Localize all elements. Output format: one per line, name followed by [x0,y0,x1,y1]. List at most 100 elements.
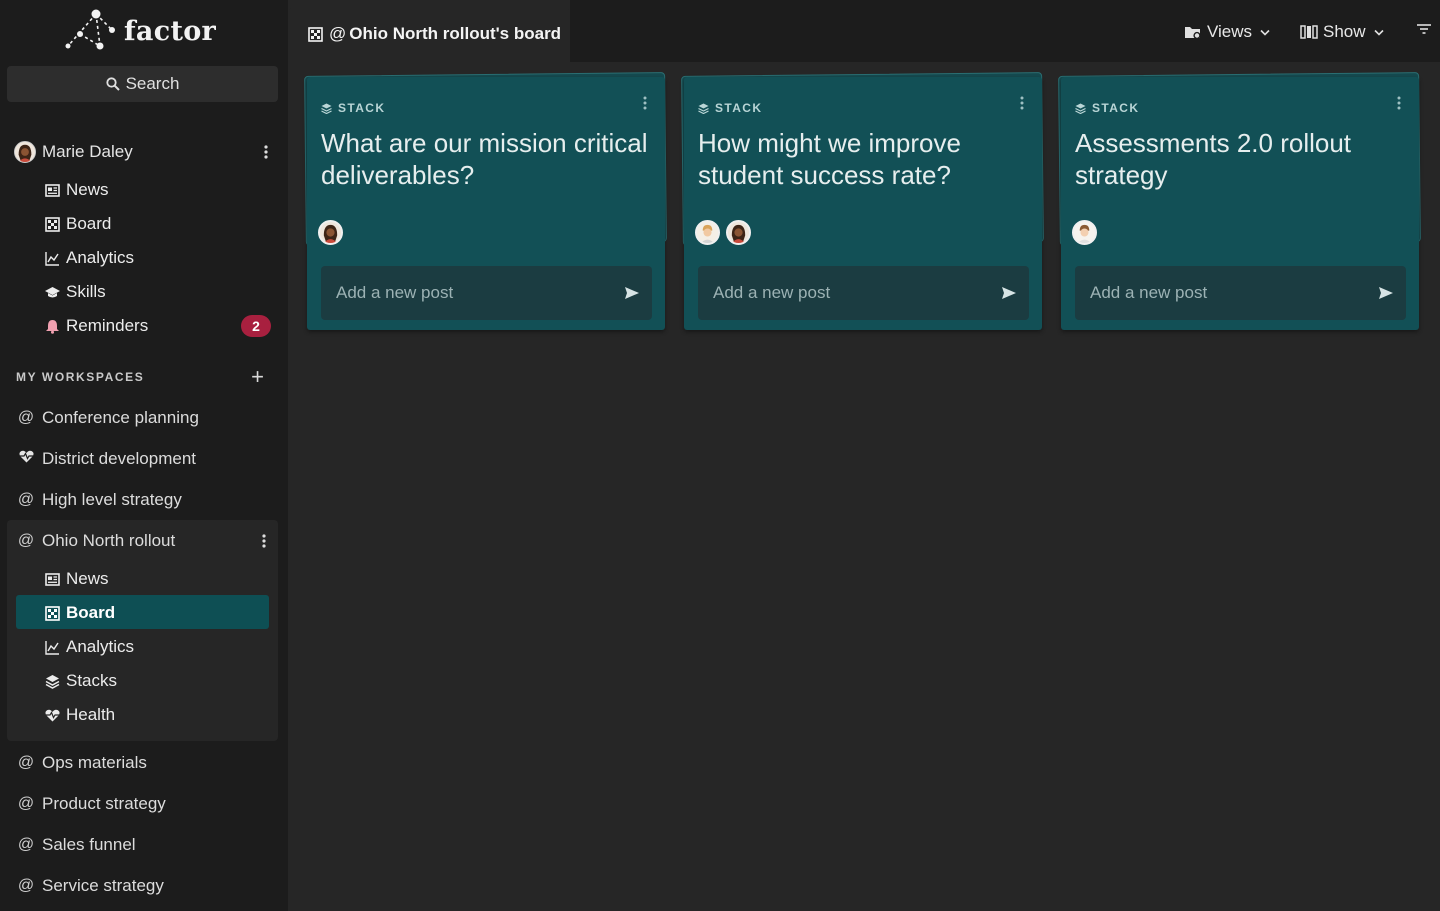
sidebar-item-label: Skills [66,282,106,301]
workspace-ohio-north-rollout[interactable]: @ Ohio North rollout [16,526,274,556]
stack-card-body[interactable]: STACK How might we improve student succe… [684,77,1042,330]
workspaces-section-header: MY WORKSPACES + [16,364,266,389]
search-button[interactable]: Search [7,66,278,102]
sidebar: factor Search Marie Daley News Board Ana… [0,0,288,911]
workspace-more-icon[interactable] [254,534,274,548]
at-icon: @ [17,409,35,426]
card-type-label: STACK [698,101,762,115]
tab-title: Ohio North rollout's board [349,24,562,43]
at-icon: @ [17,795,35,812]
workspace-high-level-strategy[interactable]: @ High level strategy [16,485,182,515]
card-title[interactable]: How might we improve student success rat… [698,127,1028,191]
board-icon [44,605,60,621]
filter-icon[interactable] [1416,23,1432,37]
search-icon [105,77,120,91]
stack-card-body[interactable]: STACK Assessments 2.0 rollout strategy A… [1061,77,1419,330]
board-icon [308,26,323,42]
add-post-placeholder: Add a new post [713,283,831,302]
card-more-icon[interactable] [643,96,647,115]
stack-icon [44,673,60,689]
member-avatar[interactable] [1072,220,1097,245]
section-title: MY WORKSPACES [16,370,145,384]
workspace-service-strategy[interactable]: @ Service strategy [16,871,164,901]
card-members [1072,220,1097,245]
ohio-item-health[interactable]: Health [44,700,115,730]
sidebar-item-news[interactable]: News [44,175,109,205]
card-more-icon[interactable] [1397,96,1401,115]
card-type-text: STACK [338,101,386,115]
logo-text: factor [124,15,217,47]
folder-gear-icon [1185,27,1201,40]
workspace-label: District development [42,449,197,468]
member-avatar[interactable] [726,220,751,245]
sidebar-item-label: Health [66,705,116,724]
sidebar-item-board[interactable]: Board [44,209,111,239]
chart-icon [44,639,60,655]
add-post-placeholder: Add a new post [336,283,454,302]
card-title[interactable]: Assessments 2.0 rollout strategy [1075,127,1405,191]
workspace-sales-funnel[interactable]: @ Sales funnel [16,830,136,860]
card-more-icon[interactable] [1020,96,1024,115]
logo-network-icon [65,9,115,50]
ohio-item-news[interactable]: News [44,564,109,594]
add-post-placeholder: Add a new post [1090,283,1208,302]
workspace-label: High level strategy [42,490,182,509]
sidebar-item-skills[interactable]: Skills [44,277,106,307]
stack-card[interactable]: STACK Assessments 2.0 rollout strategy A… [1058,72,1421,332]
add-post-input[interactable]: Add a new post [321,266,652,320]
heart-pulse-icon [16,450,36,468]
at-icon: @ [17,836,35,853]
views-dropdown[interactable]: Views [1184,20,1270,44]
factor-logo[interactable]: factor [60,8,230,54]
stack-icon [698,103,709,114]
ohio-item-analytics[interactable]: Analytics [44,632,134,662]
newspaper-icon [44,571,60,587]
board-icon [44,216,60,232]
workspace-label: Sales funnel [42,835,136,854]
sidebar-item-label: News [66,569,109,588]
workspace-label: Product strategy [42,794,166,813]
sidebar-item-label: Board [66,214,112,233]
workspace-product-strategy[interactable]: @ Product strategy [16,789,166,819]
board-tab[interactable]: @ Ohio North rollout's board [288,6,570,62]
ohio-item-stacks[interactable]: Stacks [44,666,117,696]
at-icon: @ [17,754,35,771]
sidebar-item-label: Analytics [66,637,135,656]
add-post-input[interactable]: Add a new post [698,266,1029,320]
search-label: Search [125,74,180,93]
heart-pulse-icon [44,707,60,723]
ohio-item-board[interactable]: Board [44,598,115,628]
workspace-label: Ohio North rollout [42,531,176,550]
sidebar-item-label: Board [66,603,116,622]
chart-icon [44,250,60,266]
send-icon[interactable] [624,286,640,300]
sidebar-item-reminders[interactable]: Reminders [44,311,148,341]
sidebar-item-label: News [66,180,109,199]
send-icon[interactable] [1378,286,1394,300]
member-avatar[interactable] [695,220,720,245]
send-icon[interactable] [1001,286,1017,300]
show-dropdown[interactable]: Show [1300,20,1384,44]
workspace-label: Service strategy [42,876,164,895]
workspace-label: Ops materials [42,753,147,772]
workspace-ops-materials[interactable]: @ Ops materials [16,748,147,778]
views-label: Views [1207,22,1253,41]
workspace-conference-planning[interactable]: @ Conference planning [16,403,199,433]
sidebar-item-analytics[interactable]: Analytics [44,243,134,273]
card-type-text: STACK [715,101,763,115]
user-more-icon[interactable] [256,145,276,159]
add-post-input[interactable]: Add a new post [1075,266,1406,320]
sidebar-item-label: Reminders [66,316,149,335]
stack-card[interactable]: STACK What are our mission critical deli… [304,72,667,332]
stack-icon [321,103,332,114]
newspaper-icon [44,182,60,198]
card-title[interactable]: What are our mission critical deliverabl… [321,127,651,191]
user-menu[interactable]: Marie Daley [14,136,276,168]
stack-card[interactable]: STACK How might we improve student succe… [681,72,1044,332]
add-workspace-icon[interactable]: + [251,364,264,390]
workspace-district-development[interactable]: District development [16,444,196,474]
card-type-label: STACK [1075,101,1139,115]
stack-card-body[interactable]: STACK What are our mission critical deli… [307,77,665,330]
member-avatar[interactable] [318,220,343,245]
chevron-down-icon [1260,29,1270,36]
